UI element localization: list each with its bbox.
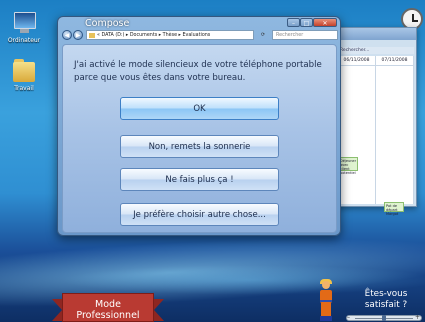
satisfaction-slider[interactable]: – + (346, 314, 422, 321)
desktop-icon-label: Travail (14, 85, 34, 92)
folder-icon (89, 33, 95, 38)
calendar-grid: 06/11/2008 07/11/2008 Déjeuner avec clie… (338, 56, 414, 216)
satisfaction-question: Êtes-vous satisfait ? (364, 289, 408, 310)
window-title: Compose (85, 18, 130, 29)
choose-other-button[interactable]: Je préfère choisir autre chose... (120, 203, 279, 226)
restore-ringer-button[interactable]: Non, remets la sonnerie (120, 135, 279, 158)
dont-do-again-button[interactable]: Ne fais plus ça ! (120, 168, 279, 191)
compose-window: Compose – □ ✕ ◀ ▶ « DATA (D:) ▸ Document… (57, 16, 341, 236)
minus-icon[interactable]: – (347, 314, 350, 321)
back-arrow-icon[interactable]: ◀ (62, 30, 72, 40)
calendar-day-header: 07/11/2008 (376, 56, 413, 66)
close-button[interactable]: ✕ (313, 18, 337, 27)
forward-arrow-icon[interactable]: ▶ (73, 30, 83, 40)
minimize-button[interactable]: – (287, 18, 300, 27)
plus-icon[interactable]: + (415, 314, 420, 321)
desktop-icon-computer[interactable]: Ordinateur (1, 10, 47, 44)
folder-icon (11, 58, 37, 84)
calendar-day-header: 06/11/2008 (338, 56, 375, 66)
desktop-icon-work[interactable]: Travail (1, 58, 47, 92)
ok-button[interactable]: OK (120, 97, 279, 120)
notification-dialog: J'ai activé le mode silencieux de votre … (62, 44, 337, 233)
address-path: « DATA (D:) ▸ Documents ▸ Thèse ▸ Evalua… (97, 33, 211, 38)
mode-banner: Mode Professionnel (52, 293, 164, 322)
calendar-day-column: 07/11/2008 (376, 56, 414, 204)
maximize-button[interactable]: □ (300, 18, 313, 27)
mascot-figure (317, 279, 335, 322)
refresh-icon[interactable]: ⟳ (256, 30, 270, 40)
calendar-event[interactable]: Pot de départ Margot (384, 202, 404, 216)
search-input[interactable]: Rechercher (272, 30, 338, 40)
calendar-event[interactable]: Déjeuner avec client potentiel (338, 157, 358, 175)
window-titlebar[interactable]: Compose – □ ✕ (58, 17, 340, 29)
slider-knob[interactable] (382, 315, 386, 321)
address-bar[interactable]: « DATA (D:) ▸ Documents ▸ Thèse ▸ Evalua… (86, 30, 254, 40)
mode-label: Mode Professionnel (76, 299, 140, 321)
calendar-day-column: 06/11/2008 (338, 56, 376, 204)
desktop-icon-label: Ordinateur (7, 37, 41, 44)
navigation-bar: ◀ ▶ « DATA (D:) ▸ Documents ▸ Thèse ▸ Ev… (60, 30, 338, 41)
computer-icon (11, 10, 37, 36)
background-window-search[interactable]: Rechercher... (338, 47, 414, 54)
dialog-message: J'ai activé le mode silencieux de votre … (74, 60, 322, 83)
